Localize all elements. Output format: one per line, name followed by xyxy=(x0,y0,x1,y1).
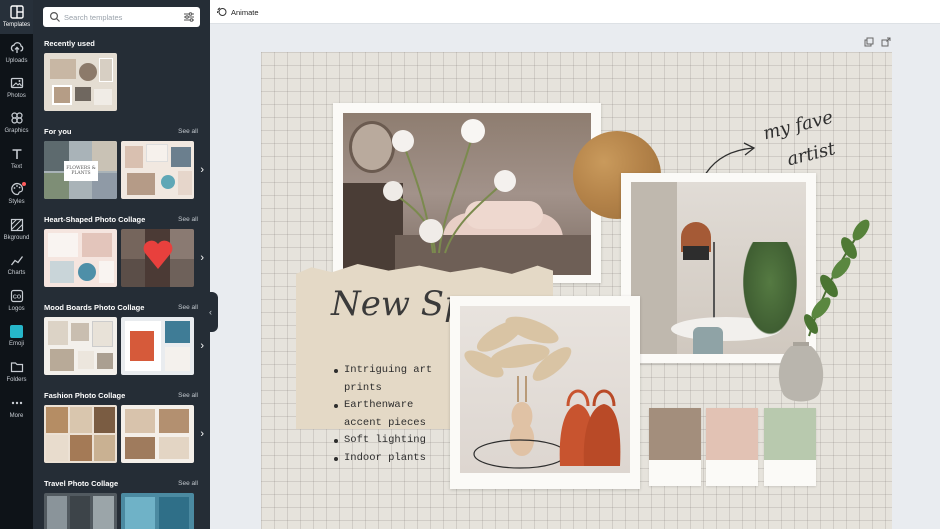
photo-icon xyxy=(10,77,23,89)
template-thumb[interactable] xyxy=(121,141,194,199)
color-swatch[interactable] xyxy=(764,408,816,486)
svg-text:CO: CO xyxy=(12,295,21,301)
rail-label: Photos xyxy=(7,93,26,99)
graphics-icon xyxy=(10,112,23,124)
flower-stems-icon xyxy=(383,119,516,254)
rail-folders[interactable]: Folders xyxy=(0,355,33,389)
rail-label: Folders xyxy=(6,377,27,383)
section-title-fashion: Fashion Photo Collage xyxy=(44,391,126,400)
chevron-right-icon[interactable]: › xyxy=(200,428,204,440)
chevron-right-icon[interactable]: › xyxy=(200,340,204,352)
rail-emoji[interactable]: Emoji xyxy=(0,320,33,354)
template-thumb[interactable] xyxy=(121,317,194,375)
duplicate-page-icon[interactable] xyxy=(864,37,874,47)
rail-label: Emoji xyxy=(8,341,24,347)
list-item: Indoor plants xyxy=(333,450,433,468)
template-thumb-recent[interactable] xyxy=(44,53,117,111)
bullet-list[interactable]: Intriguing art prints Earthenware accent… xyxy=(333,362,433,467)
animate-button[interactable]: Animate xyxy=(217,5,259,19)
text-icon xyxy=(12,149,21,159)
section-title-for-you: For you xyxy=(44,127,72,136)
rail-text[interactable]: Text xyxy=(0,142,33,176)
chevron-right-icon[interactable]: › xyxy=(200,252,204,264)
more-icon xyxy=(11,401,22,405)
templates-panel: Recently used For you See all FLOWERS & … xyxy=(33,0,210,529)
template-thumb[interactable] xyxy=(44,229,117,287)
rail-label: Graphics xyxy=(4,128,29,134)
section-title-mood-boards: Mood Boards Photo Collage xyxy=(44,303,145,312)
swatch-color xyxy=(706,408,758,460)
list-item: Soft lighting xyxy=(333,432,433,450)
template-thumb[interactable] xyxy=(44,317,117,375)
rail-label: Templates xyxy=(2,22,31,28)
rail-charts[interactable]: Charts xyxy=(0,248,33,282)
color-swatch[interactable] xyxy=(649,408,701,486)
heart-icon xyxy=(143,240,173,269)
photo-pampas-bags[interactable] xyxy=(450,296,640,489)
section-title-travel: Travel Photo Collage xyxy=(44,479,119,488)
collapse-panel-button[interactable]: ‹ xyxy=(203,292,218,332)
template-thumb[interactable] xyxy=(44,493,117,529)
emoji-icon xyxy=(10,325,23,338)
chart-icon xyxy=(10,256,23,266)
background-icon xyxy=(10,218,23,232)
templates-icon xyxy=(9,5,24,19)
rail-uploads[interactable]: Uploads xyxy=(0,36,33,70)
plant-vase-graphic[interactable] xyxy=(769,216,879,406)
rail-label: Text xyxy=(10,164,22,170)
rail-label: Logos xyxy=(8,306,25,312)
rail-label: Bkground xyxy=(3,235,30,241)
see-all-link[interactable]: See all xyxy=(178,480,198,487)
swatch-color xyxy=(764,408,816,460)
list-item: Earthenware accent pieces xyxy=(333,397,433,432)
handwritten-line-1[interactable]: my fave xyxy=(761,107,835,145)
rail-label: Charts xyxy=(7,270,26,276)
editor-toolbar: Animate xyxy=(210,0,940,24)
section-title-recently-used: Recently used xyxy=(44,39,95,48)
notification-dot xyxy=(22,182,26,186)
rail-background[interactable]: Bkground xyxy=(0,213,33,247)
see-all-link[interactable]: See all xyxy=(178,216,198,223)
folder-icon xyxy=(10,362,23,373)
photo-living-room[interactable] xyxy=(333,103,601,283)
filter-icon[interactable] xyxy=(183,11,195,23)
search-box[interactable] xyxy=(43,7,200,27)
icon-rail: Templates Uploads Photos Graphics Text S… xyxy=(0,0,33,529)
template-thumb[interactable] xyxy=(121,405,194,463)
rail-graphics[interactable]: Graphics xyxy=(0,106,33,140)
chevron-right-icon[interactable]: › xyxy=(200,164,204,176)
rail-styles[interactable]: Styles xyxy=(0,177,33,211)
swatch-color xyxy=(649,408,701,460)
animate-label: Animate xyxy=(231,7,259,17)
animate-icon xyxy=(217,7,227,16)
rail-more[interactable]: More xyxy=(0,391,33,425)
section-title-heart-shaped: Heart-Shaped Photo Collage xyxy=(44,215,146,224)
search-input[interactable] xyxy=(64,10,174,24)
list-item: Intriguing art prints xyxy=(333,362,433,397)
template-thumb[interactable]: FLOWERS & PLANTS xyxy=(44,141,117,199)
thumb-caption: FLOWERS & PLANTS xyxy=(64,161,98,181)
upload-icon xyxy=(10,42,23,53)
see-all-link[interactable]: See all xyxy=(178,392,198,399)
logo-icon: CO xyxy=(10,289,23,303)
handwritten-line-2[interactable]: artist xyxy=(785,138,837,170)
template-thumb[interactable] xyxy=(121,493,194,529)
rail-label: Styles xyxy=(8,199,25,205)
rail-templates[interactable]: Templates xyxy=(0,0,33,34)
rail-logos[interactable]: CO Logos xyxy=(0,284,33,318)
rail-label: Uploads xyxy=(5,58,28,64)
color-swatch[interactable] xyxy=(706,408,758,486)
rail-label: More xyxy=(9,413,24,419)
design-canvas[interactable]: my fave artist New Spaces Intriguing art… xyxy=(261,52,892,529)
see-all-link[interactable]: See all xyxy=(178,304,198,311)
template-thumb[interactable] xyxy=(121,229,194,287)
add-page-icon[interactable] xyxy=(881,37,891,47)
see-all-link[interactable]: See all xyxy=(178,128,198,135)
template-thumb[interactable] xyxy=(44,405,117,463)
search-icon xyxy=(49,11,60,22)
rail-photos[interactable]: Photos xyxy=(0,71,33,105)
